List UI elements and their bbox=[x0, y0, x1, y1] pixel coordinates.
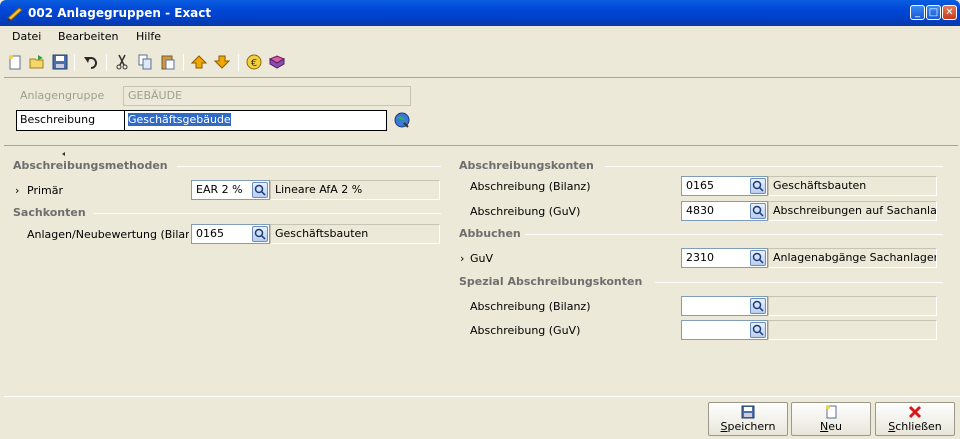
spezial-bilanz-description bbox=[768, 296, 937, 316]
euro-button[interactable]: € bbox=[245, 53, 263, 71]
spezial-bilanz-label: Abschreibung (Bilanz) bbox=[470, 300, 591, 313]
sachkonten-header: Sachkonten bbox=[13, 206, 86, 219]
save-toolbar-button[interactable] bbox=[51, 53, 69, 71]
toolbar-separator bbox=[106, 54, 107, 71]
abbuchen-guv-marker: › bbox=[460, 252, 465, 265]
beschreibung-divider bbox=[124, 111, 125, 130]
euro-coin-icon: € bbox=[246, 54, 262, 70]
app-pencil-icon bbox=[6, 5, 24, 21]
beschreibung-label: Beschreibung bbox=[20, 113, 96, 126]
guv-description: Abschreibungen auf Sachanlagen bbox=[768, 201, 937, 221]
spezial-header: Spezial Abschreibungskonten bbox=[459, 275, 643, 288]
minimize-button[interactable]: _ bbox=[910, 5, 925, 20]
previous-button[interactable] bbox=[190, 53, 208, 71]
new-document-button[interactable] bbox=[6, 53, 24, 71]
book-icon bbox=[269, 55, 285, 69]
toolbar-separator bbox=[74, 54, 75, 71]
guv-label: Abschreibung (GuV) bbox=[470, 205, 581, 218]
close-icon: ✕ bbox=[945, 7, 954, 18]
maximize-button[interactable]: □ bbox=[926, 5, 941, 20]
bilanz-label: Abschreibung (Bilanz) bbox=[470, 180, 591, 193]
beschreibung-input[interactable]: Geschäftsgebäude bbox=[128, 113, 231, 127]
cut-button[interactable] bbox=[113, 53, 131, 71]
footer-divider bbox=[4, 396, 960, 397]
lookup-icon bbox=[254, 228, 266, 240]
abschreibungsmethoden-header: Abschreibungsmethoden bbox=[13, 159, 168, 172]
section-line bbox=[655, 282, 943, 283]
spezial-guv-lookup-button[interactable] bbox=[750, 322, 766, 338]
anlagen-label: Anlagen/Neubewertung (Bilanz) bbox=[27, 228, 189, 241]
maximize-icon: □ bbox=[928, 7, 939, 18]
copy-icon bbox=[138, 54, 152, 70]
anlagengruppe-field: GEBÄUDE bbox=[123, 86, 411, 106]
close-label: chließen bbox=[895, 420, 942, 433]
svg-text:€: € bbox=[251, 58, 257, 69]
primaer-lookup-button[interactable] bbox=[252, 182, 268, 198]
scissors-icon bbox=[116, 54, 128, 70]
new-button[interactable]: Neu bbox=[791, 402, 871, 436]
save-label: peichern bbox=[727, 420, 776, 433]
anlagengruppe-label: Anlagengruppe bbox=[20, 89, 105, 102]
abbuchen-guv-label: GuV bbox=[470, 252, 494, 265]
primaer-label: Primär bbox=[27, 184, 63, 197]
abbuchen-header: Abbuchen bbox=[459, 227, 521, 240]
lookup-icon bbox=[752, 252, 764, 264]
menu-hilfe[interactable]: Hilfe bbox=[136, 30, 161, 43]
copy-button[interactable] bbox=[136, 53, 154, 71]
spezial-bilanz-lookup-button[interactable] bbox=[750, 298, 766, 314]
abschreibungskonten-header: Abschreibungskonten bbox=[459, 159, 594, 172]
new-document-icon bbox=[826, 405, 837, 419]
primaer-marker: › bbox=[15, 184, 20, 197]
red-x-icon bbox=[908, 405, 922, 419]
bilanz-description: Geschäftsbauten bbox=[768, 176, 937, 196]
section-line bbox=[177, 166, 441, 167]
next-button[interactable] bbox=[213, 53, 231, 71]
new-document-icon bbox=[9, 55, 21, 70]
section-line bbox=[525, 234, 943, 235]
translate-button[interactable] bbox=[392, 110, 412, 130]
lookup-icon bbox=[752, 205, 764, 217]
menu-datei[interactable]: Datei bbox=[12, 30, 41, 43]
anlagen-lookup-button[interactable] bbox=[252, 226, 268, 242]
arrow-down-icon bbox=[214, 55, 230, 69]
guv-lookup-button[interactable] bbox=[750, 203, 766, 219]
primaer-description: Lineare AfA 2 % bbox=[270, 180, 440, 200]
globe-icon bbox=[394, 112, 410, 128]
beschreibung-value: Geschäftsgebäude bbox=[128, 113, 231, 126]
undo-icon bbox=[84, 57, 97, 69]
toolbar-separator bbox=[183, 54, 184, 71]
window-title: 002 Anlagegruppen - Exact bbox=[28, 6, 212, 20]
save-mnemonic: S bbox=[720, 420, 728, 433]
new-mnemonic: N bbox=[820, 420, 829, 433]
bilanz-lookup-button[interactable] bbox=[750, 178, 766, 194]
save-button[interactable]: Speichern bbox=[708, 402, 788, 436]
help-book-button[interactable] bbox=[268, 53, 286, 71]
abbuchen-guv-description: Anlagenabgänge Sachanlagen bbox=[768, 248, 937, 268]
lookup-icon bbox=[752, 300, 764, 312]
minimize-icon: _ bbox=[915, 7, 920, 18]
lookup-icon bbox=[752, 180, 764, 192]
lookup-icon bbox=[752, 324, 764, 336]
floppy-disk-icon bbox=[741, 405, 755, 419]
undo-button[interactable] bbox=[82, 53, 100, 71]
spezial-guv-description bbox=[768, 320, 937, 340]
paste-button[interactable] bbox=[159, 53, 177, 71]
arrow-up-icon bbox=[191, 55, 207, 69]
section-line bbox=[94, 213, 441, 214]
new-label: eu bbox=[828, 420, 842, 433]
floppy-disk-icon bbox=[52, 54, 68, 70]
open-folder-icon bbox=[29, 55, 44, 69]
anlagen-description: Geschäftsbauten bbox=[270, 224, 440, 244]
section-line bbox=[605, 166, 943, 167]
close-window-button[interactable]: ✕ bbox=[942, 5, 957, 20]
toolbar-separator bbox=[238, 54, 239, 71]
toolbar-divider bbox=[4, 77, 960, 78]
close-button[interactable]: Schließen bbox=[875, 402, 955, 436]
open-button[interactable] bbox=[28, 53, 46, 71]
spezial-guv-label: Abschreibung (GuV) bbox=[470, 324, 581, 337]
paste-icon bbox=[161, 55, 175, 70]
lookup-icon bbox=[254, 184, 266, 196]
abbuchen-guv-lookup-button[interactable] bbox=[750, 250, 766, 266]
menu-bearbeiten[interactable]: Bearbeiten bbox=[58, 30, 118, 43]
